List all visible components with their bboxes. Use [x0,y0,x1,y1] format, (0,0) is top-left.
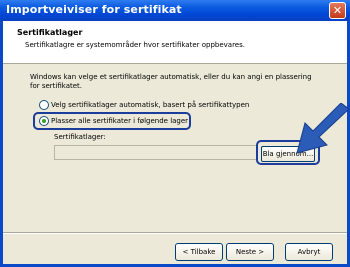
radio-circle-selected[interactable] [39,116,49,126]
dialog-client: Sertifikatlager Sertifikatlagre er syste… [3,21,349,264]
cancel-button[interactable]: Avbryt [285,243,333,261]
store-input [54,145,257,160]
footer-separator [3,232,347,234]
title-bar[interactable]: Importveiviser for sertifikat ✕ [0,0,350,21]
close-button[interactable]: ✕ [329,2,346,19]
page-title: Sertifikatlager [17,28,83,37]
radio-circle[interactable] [39,100,49,110]
close-icon: ✕ [332,4,343,17]
page-subtitle: Sertifikatlagre er systemområder hvor se… [25,41,245,49]
radio-auto-label: Velg sertifikatlager automatisk, basert … [51,101,250,109]
radio-dot-icon [42,119,46,123]
window-title: Importveiviser for sertifikat [6,3,182,16]
back-button[interactable]: < Tilbake [175,243,223,261]
wizard-header: Sertifikatlager Sertifikatlagre er syste… [3,21,347,64]
next-button[interactable]: Neste > [226,243,274,261]
pointer-arrow-icon [296,103,349,154]
radio-manual-store[interactable]: Plasser alle sertifikater i følgende lag… [39,116,188,126]
dialog-window: Importveiviser for sertifikat ✕ Sertifik… [0,0,350,267]
store-label: Sertifikatlager: [54,133,106,141]
radio-auto-store[interactable]: Velg sertifikatlager automatisk, basert … [39,100,249,110]
description-text: Windows kan velge et sertifikatlager aut… [30,73,312,90]
radio-manual-label: Plasser alle sertifikater i følgende lag… [51,117,189,125]
